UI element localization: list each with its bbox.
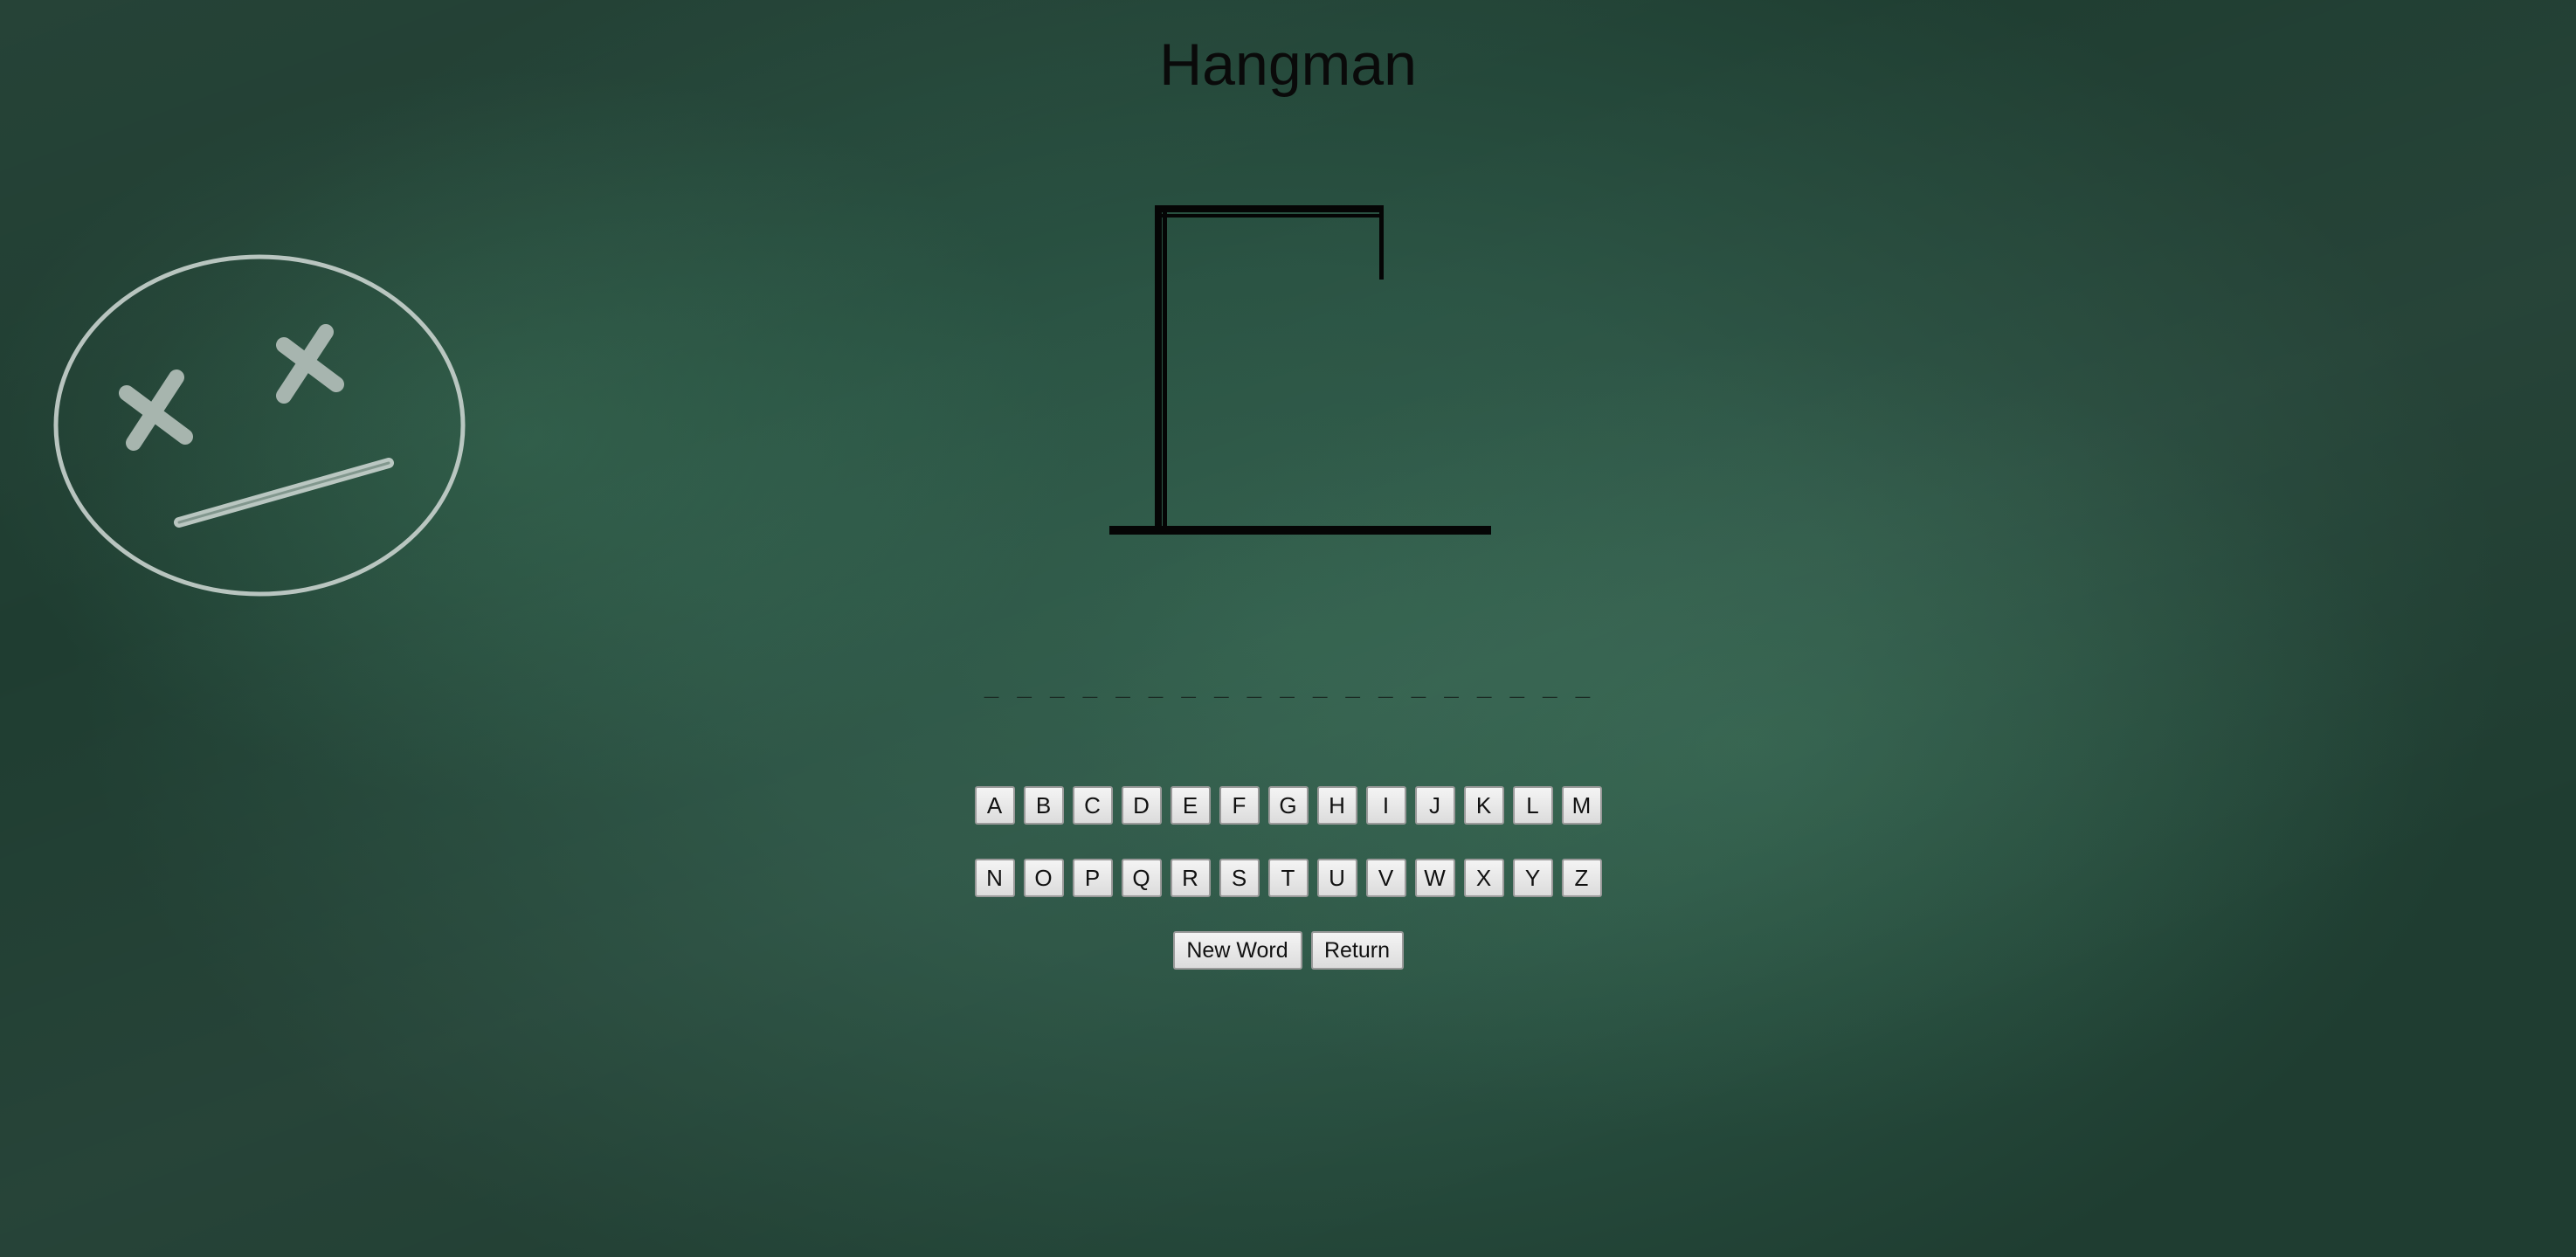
letter-key-g[interactable]: G [1267, 786, 1309, 825]
letter-key-c[interactable]: C [1072, 786, 1113, 825]
keyboard-row-1: ABCDEFGHIJKLM [0, 786, 2576, 825]
letter-key-m[interactable]: M [1561, 786, 1602, 825]
letter-key-k[interactable]: K [1463, 786, 1504, 825]
letter-key-w[interactable]: W [1414, 859, 1455, 897]
letter-key-q[interactable]: Q [1121, 859, 1162, 897]
page-title: Hangman [1159, 31, 1417, 98]
chalkboard-background [0, 0, 2576, 1257]
letter-key-o[interactable]: O [1023, 859, 1064, 897]
new-word-button[interactable]: New Word [1172, 931, 1302, 970]
letter-key-t[interactable]: T [1267, 859, 1309, 897]
letter-key-e[interactable]: E [1170, 786, 1211, 825]
letter-key-n[interactable]: N [974, 859, 1015, 897]
letter-key-y[interactable]: Y [1512, 859, 1553, 897]
controls-row: New Word Return [0, 931, 2576, 970]
letter-key-d[interactable]: D [1121, 786, 1162, 825]
keyboard-row-2: NOPQRSTUVWXYZ [0, 859, 2576, 897]
letter-key-j[interactable]: J [1414, 786, 1455, 825]
letter-key-h[interactable]: H [1316, 786, 1357, 825]
gallows-icon [1109, 205, 1491, 535]
letter-key-b[interactable]: B [1023, 786, 1064, 825]
return-button[interactable]: Return [1310, 931, 1404, 970]
letter-key-x[interactable]: X [1463, 859, 1504, 897]
dead-face-icon [53, 254, 466, 597]
letter-key-z[interactable]: Z [1561, 859, 1602, 897]
letter-key-p[interactable]: P [1072, 859, 1113, 897]
letter-key-u[interactable]: U [1316, 859, 1357, 897]
letter-key-l[interactable]: L [1512, 786, 1553, 825]
letter-key-f[interactable]: F [1219, 786, 1260, 825]
letter-key-s[interactable]: S [1219, 859, 1260, 897]
letter-key-a[interactable]: A [974, 786, 1015, 825]
letter-key-r[interactable]: R [1170, 859, 1211, 897]
word-blanks: _ _ _ _ _ _ _ _ _ _ _ _ _ _ _ _ _ _ _ [984, 676, 1592, 703]
letter-key-v[interactable]: V [1365, 859, 1406, 897]
letter-key-i[interactable]: I [1365, 786, 1406, 825]
